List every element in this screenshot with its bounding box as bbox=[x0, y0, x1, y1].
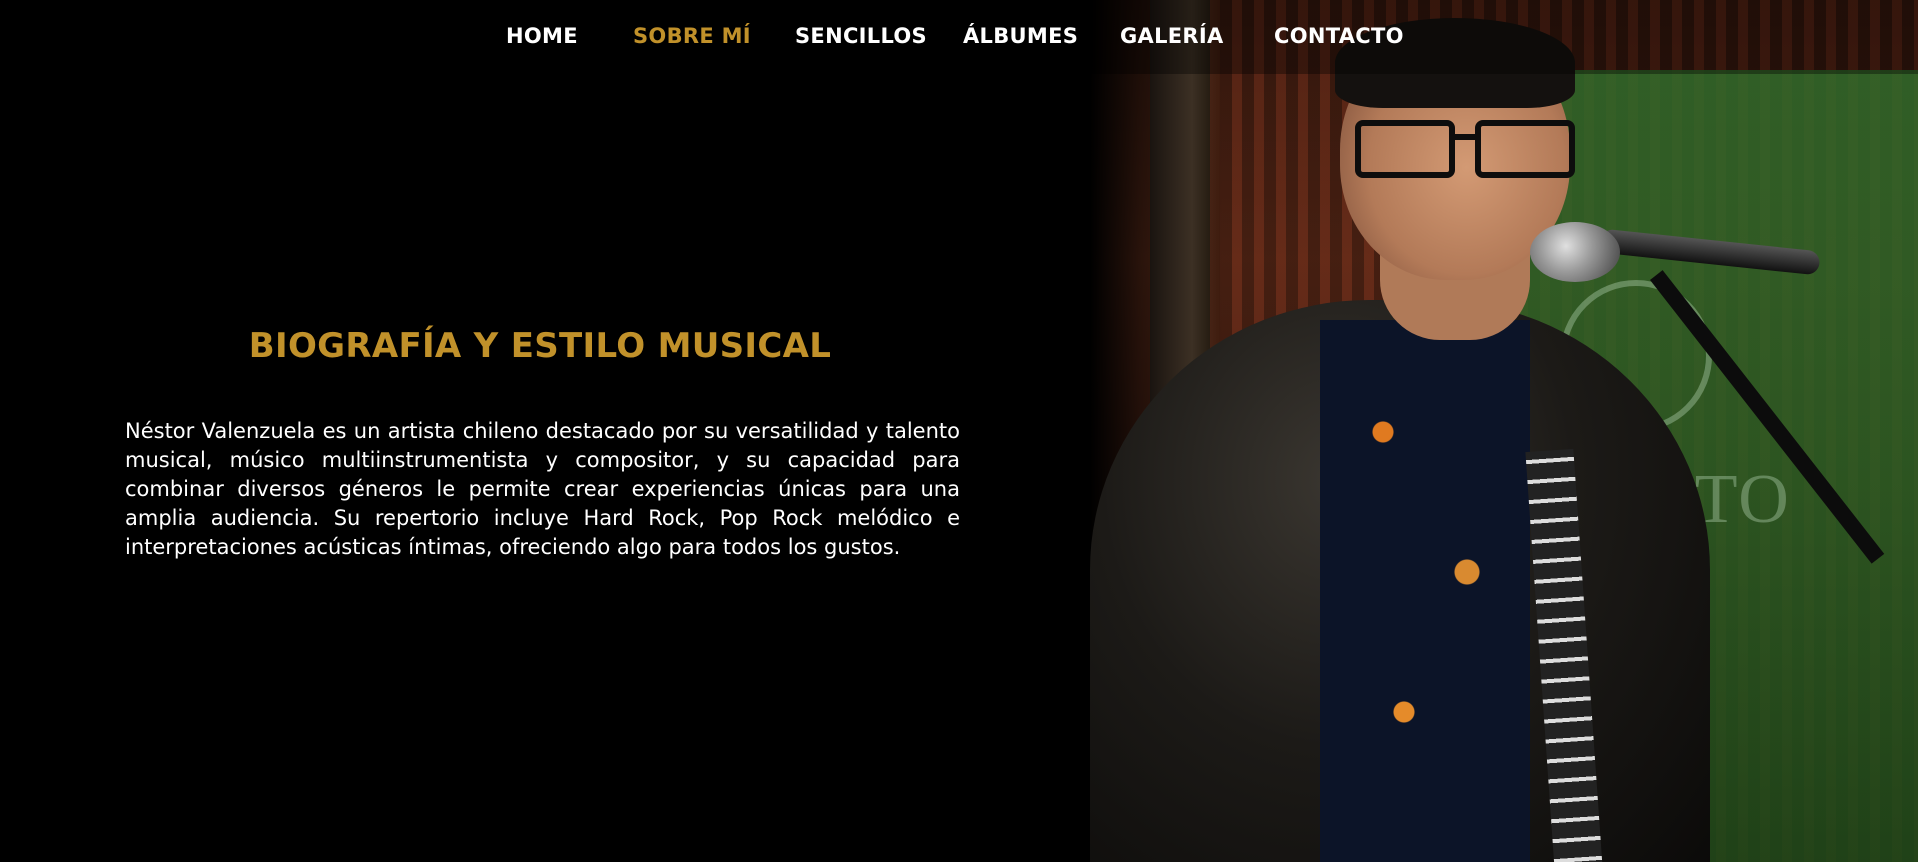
nav-list: HOME SOBRE MÍ SENCILLOS ÁLBUMES GALERÍA … bbox=[0, 0, 1918, 74]
nav-item-contacto[interactable]: CONTACTO bbox=[1274, 24, 1404, 48]
nav-item-home[interactable]: HOME bbox=[506, 24, 578, 48]
photo-glasses bbox=[1355, 120, 1585, 178]
bio-paragraph: Néstor Valenzuela es un artista chileno … bbox=[125, 419, 960, 559]
nav-item-sencillos[interactable]: SENCILLOS bbox=[795, 24, 927, 48]
microphone-icon bbox=[1530, 222, 1620, 282]
nav-item-sobre-mi[interactable]: SOBRE MÍ bbox=[633, 24, 751, 48]
nav-item-albumes[interactable]: ÁLBUMES bbox=[963, 24, 1078, 48]
photo-shirt bbox=[1320, 320, 1530, 862]
nav-item-galeria[interactable]: GALERÍA bbox=[1120, 24, 1224, 48]
artist-photo: ATOS bbox=[1090, 0, 1918, 862]
page-title: BIOGRAFÍA Y ESTILO MUSICAL bbox=[248, 326, 832, 366]
main-nav: HOME SOBRE MÍ SENCILLOS ÁLBUMES GALERÍA … bbox=[0, 0, 1918, 74]
